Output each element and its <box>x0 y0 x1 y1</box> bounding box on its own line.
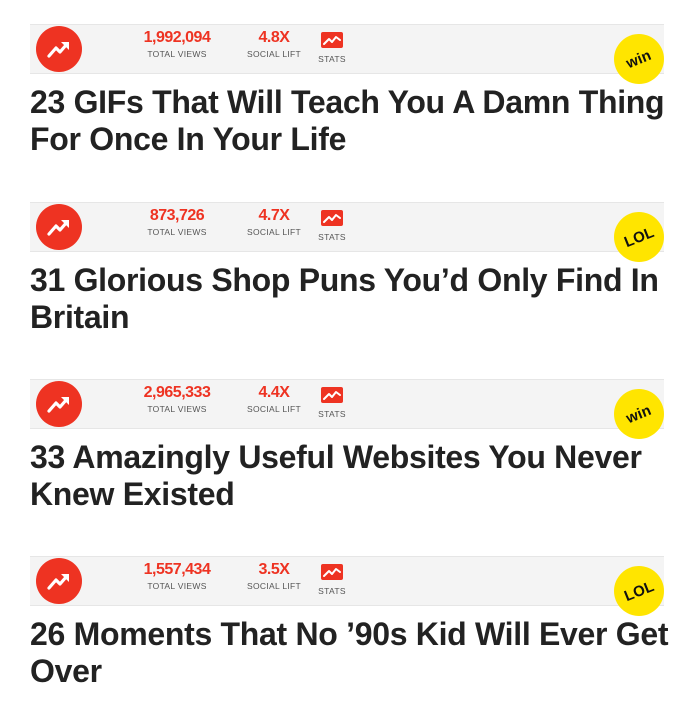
reaction-badge-label: LOL <box>621 577 657 605</box>
stats-link[interactable]: STATS <box>312 383 352 420</box>
social-lift-label: SOCIAL LIFT <box>247 227 301 237</box>
stats-link[interactable]: STATS <box>312 560 352 597</box>
total-views-value: 1,557,434 <box>143 561 211 578</box>
stats-label: STATS <box>318 586 346 596</box>
social-lift-value: 3.5X <box>258 561 290 578</box>
social-lift-label: SOCIAL LIFT <box>247 404 301 414</box>
stats-label: STATS <box>318 54 346 64</box>
social-lift-stat: 4.7X SOCIAL LIFT <box>236 206 312 238</box>
social-lift-stat: 4.4X SOCIAL LIFT <box>236 383 312 415</box>
total-views-label: TOTAL VIEWS <box>147 49 207 59</box>
social-lift-value: 4.4X <box>258 384 290 401</box>
total-views-stat: 1,992,094 TOTAL VIEWS <box>122 28 232 60</box>
post-headline[interactable]: 23 GIFs That Will Teach You A Damn Thing… <box>30 84 670 158</box>
reaction-badge[interactable]: win <box>614 389 664 439</box>
total-views-stat: 2,965,333 TOTAL VIEWS <box>122 383 232 415</box>
social-lift-label: SOCIAL LIFT <box>247 49 301 59</box>
stats-chart-icon <box>321 387 343 403</box>
stats-chart-icon <box>321 32 343 48</box>
total-views-label: TOTAL VIEWS <box>147 404 207 414</box>
stats-chart-icon <box>321 210 343 226</box>
post-headline[interactable]: 33 Amazingly Useful Websites You Never K… <box>30 439 670 513</box>
stats-label: STATS <box>318 232 346 242</box>
stats-link[interactable]: STATS <box>312 206 352 243</box>
social-lift-stat: 3.5X SOCIAL LIFT <box>236 560 312 592</box>
total-views-value: 1,992,094 <box>143 29 211 46</box>
trending-arrow-icon <box>36 26 82 72</box>
social-lift-label: SOCIAL LIFT <box>247 581 301 591</box>
stats-link[interactable]: STATS <box>312 28 352 65</box>
reaction-badge[interactable]: LOL <box>614 212 664 262</box>
reaction-badge-label: win <box>623 401 655 427</box>
trending-arrow-icon <box>36 558 82 604</box>
total-views-label: TOTAL VIEWS <box>147 581 207 591</box>
total-views-value: 873,726 <box>149 207 205 224</box>
stats-label: STATS <box>318 409 346 419</box>
total-views-stat: 873,726 TOTAL VIEWS <box>122 206 232 238</box>
reaction-badge[interactable]: win <box>614 34 664 84</box>
social-lift-stat: 4.8X SOCIAL LIFT <box>236 28 312 60</box>
trending-arrow-icon <box>36 204 82 250</box>
total-views-stat: 1,557,434 TOTAL VIEWS <box>122 560 232 592</box>
social-lift-value: 4.7X <box>258 207 290 224</box>
total-views-value: 2,965,333 <box>143 384 211 401</box>
trending-arrow-icon <box>36 381 82 427</box>
post-headline[interactable]: 26 Moments That No ’90s Kid Will Ever Ge… <box>30 616 670 690</box>
reaction-badge-label: win <box>623 46 655 72</box>
stats-chart-icon <box>321 564 343 580</box>
reaction-badge[interactable]: LOL <box>614 566 664 616</box>
reaction-badge-label: LOL <box>621 223 657 251</box>
post-headline[interactable]: 31 Glorious Shop Puns You’d Only Find In… <box>30 262 670 336</box>
social-lift-value: 4.8X <box>258 29 290 46</box>
total-views-label: TOTAL VIEWS <box>147 227 207 237</box>
